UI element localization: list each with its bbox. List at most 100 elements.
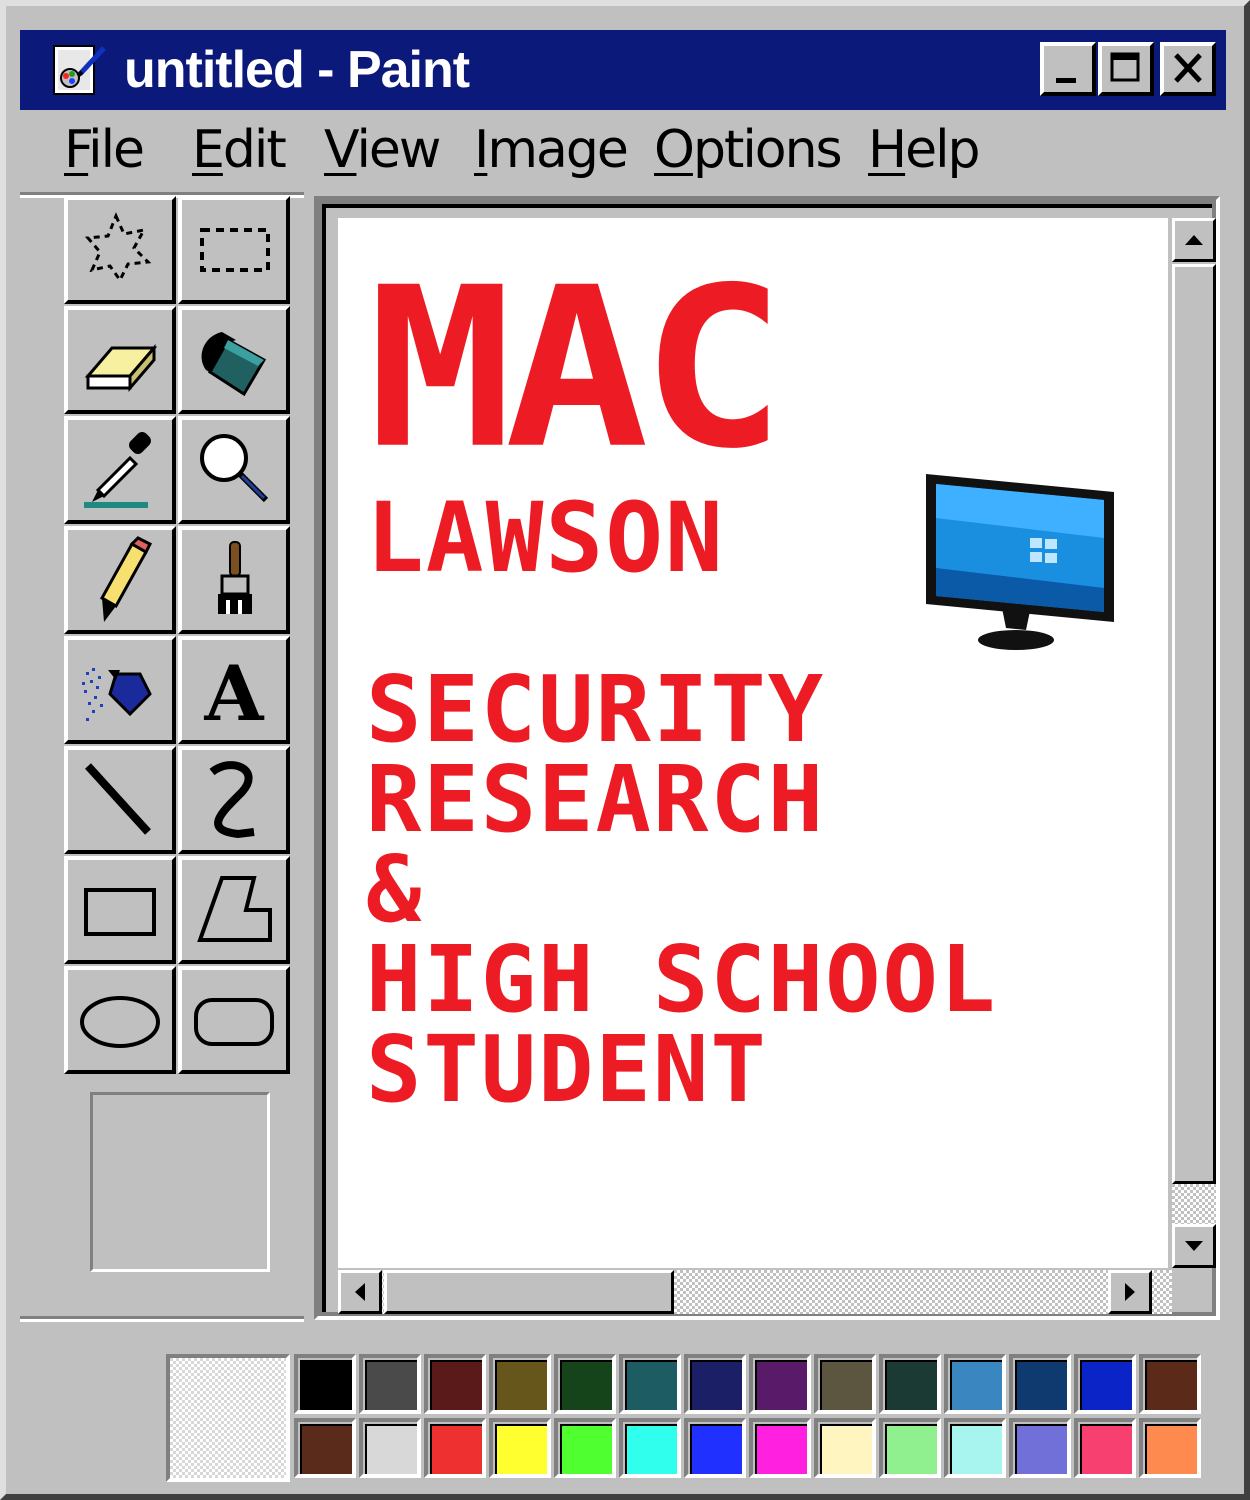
color-swatch[interactable] [424, 1354, 486, 1414]
color-swatch[interactable] [619, 1354, 681, 1414]
current-colors-indicator[interactable] [166, 1354, 290, 1482]
canvas-text-student: STUDENT [366, 1016, 768, 1123]
color-swatch[interactable] [944, 1418, 1006, 1478]
horizontal-scroll-thumb[interactable] [384, 1270, 674, 1314]
tool-curve[interactable] [178, 746, 290, 854]
menu-edit[interactable]: Edit [192, 120, 287, 180]
horizontal-scrollbar[interactable] [338, 1270, 1172, 1314]
menu-help[interactable]: Help [868, 120, 981, 180]
line-icon [85, 763, 151, 835]
color-swatch[interactable] [424, 1418, 486, 1478]
color-swatch-fill [560, 1424, 612, 1474]
tool-ellipse[interactable] [64, 966, 176, 1074]
scroll-left-button[interactable] [338, 1270, 382, 1314]
color-swatch[interactable] [619, 1418, 681, 1478]
scroll-down-button[interactable] [1172, 1224, 1216, 1268]
color-swatch[interactable] [1009, 1418, 1071, 1478]
color-swatch[interactable] [489, 1354, 551, 1414]
airbrush-icon [82, 668, 152, 721]
color-swatch-fill [950, 1360, 1002, 1410]
menu-options[interactable]: Options [654, 120, 843, 180]
color-swatch[interactable] [944, 1354, 1006, 1414]
color-swatch-fill [690, 1360, 742, 1410]
tool-polygon[interactable] [178, 856, 290, 964]
menu-file-label: ile [88, 120, 145, 180]
color-swatch[interactable] [554, 1354, 616, 1414]
canvas-frame: MAC LAWSON SECURITY RESEARCH & HIGH SCHO… [314, 196, 1220, 1320]
tool-text[interactable]: A [178, 636, 290, 744]
tool-rect-select[interactable] [178, 196, 290, 304]
tool-box: A [64, 196, 296, 1076]
tool-color-picker[interactable] [64, 416, 176, 524]
color-swatch[interactable] [359, 1354, 421, 1414]
curve-icon [209, 761, 255, 839]
color-swatch[interactable] [749, 1418, 811, 1478]
tool-airbrush[interactable] [64, 636, 176, 744]
color-swatch[interactable] [489, 1418, 551, 1478]
color-swatch[interactable] [684, 1354, 746, 1414]
menu-file[interactable]: File [64, 120, 145, 180]
color-swatch[interactable] [684, 1418, 746, 1478]
color-swatch[interactable] [1074, 1418, 1136, 1478]
title-bar[interactable]: untitled - Paint [20, 30, 1226, 110]
color-swatch[interactable] [879, 1354, 941, 1414]
ellipse-icon [80, 996, 160, 1048]
color-swatch-fill [755, 1360, 807, 1410]
color-swatch[interactable] [294, 1354, 356, 1414]
canvas-viewport: MAC LAWSON SECURITY RESEARCH & HIGH SCHO… [322, 204, 1216, 1314]
tool-rectangle[interactable] [64, 856, 176, 964]
tool-magnifier[interactable] [178, 416, 290, 524]
menu-image[interactable]: Image [474, 120, 629, 180]
color-swatch[interactable] [554, 1418, 616, 1478]
tool-line[interactable] [64, 746, 176, 854]
canvas-text-ampersand: & [366, 836, 424, 943]
color-palette [166, 1354, 1206, 1484]
magnifier-icon [200, 434, 269, 503]
color-swatch-fill [365, 1424, 417, 1474]
scroll-right-button[interactable] [1108, 1270, 1152, 1314]
color-swatch-fill [495, 1360, 547, 1410]
toolbar-separator-bottom [20, 1316, 304, 1322]
color-swatch-fill [430, 1360, 482, 1410]
drawing-canvas[interactable]: MAC LAWSON SECURITY RESEARCH & HIGH SCHO… [338, 218, 1168, 1268]
paint-app-icon[interactable] [50, 40, 110, 100]
svg-text:A: A [204, 649, 265, 738]
menu-view[interactable]: View [324, 120, 441, 180]
polygon-icon [197, 876, 272, 942]
color-swatch[interactable] [814, 1418, 876, 1478]
color-swatch-fill [625, 1360, 677, 1410]
color-swatch-fill [300, 1360, 352, 1410]
tool-rounded-rect[interactable] [178, 966, 290, 1074]
color-swatch-fill [950, 1424, 1002, 1474]
color-swatch-fill [690, 1424, 742, 1474]
color-swatch[interactable] [1139, 1418, 1201, 1478]
color-swatch[interactable] [359, 1418, 421, 1478]
minimize-button[interactable] [1040, 42, 1096, 96]
vertical-scroll-thumb[interactable] [1172, 264, 1216, 1184]
canvas-text-name: LAWSON [366, 482, 725, 594]
rectangle-icon [84, 888, 156, 936]
vertical-scroll-track[interactable] [1172, 1184, 1216, 1224]
tool-fill[interactable] [178, 306, 290, 414]
color-swatch[interactable] [879, 1418, 941, 1478]
menu-image-accel: I [474, 120, 489, 180]
menu-bar: File Edit View Image Options Help [6, 110, 1244, 190]
color-swatch[interactable] [1074, 1354, 1136, 1414]
tool-pencil[interactable] [64, 526, 176, 634]
maximize-button[interactable] [1098, 42, 1154, 96]
tool-free-form-select[interactable] [64, 196, 176, 304]
tool-brush[interactable] [178, 526, 290, 634]
tool-options-box[interactable] [90, 1092, 270, 1272]
color-swatch[interactable] [294, 1418, 356, 1478]
color-swatch-fill [755, 1424, 807, 1474]
vertical-scrollbar[interactable] [1172, 218, 1216, 1268]
arrow-right-icon [1125, 1283, 1135, 1301]
color-swatch[interactable] [1139, 1354, 1201, 1414]
scroll-up-button[interactable] [1172, 218, 1216, 262]
color-swatch[interactable] [1009, 1354, 1071, 1414]
color-swatch[interactable] [814, 1354, 876, 1414]
menu-image-label: mage [487, 120, 629, 180]
close-button[interactable] [1160, 42, 1216, 96]
tool-eraser[interactable] [64, 306, 176, 414]
color-swatch[interactable] [749, 1354, 811, 1414]
